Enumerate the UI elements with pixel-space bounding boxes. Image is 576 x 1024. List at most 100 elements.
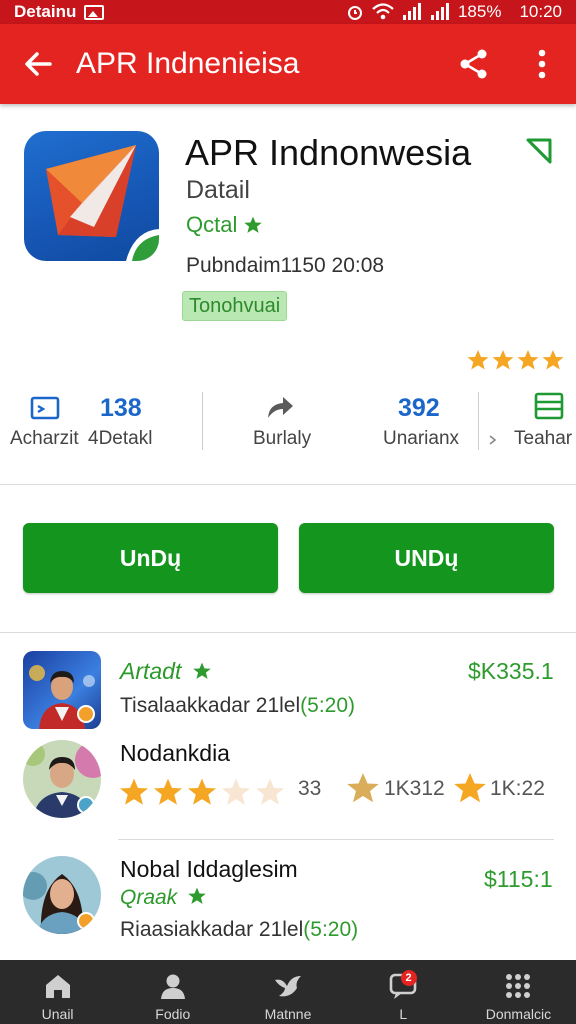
review-price: $K335.1 xyxy=(468,658,554,684)
reviewer-name: Nobal Iddaglesim xyxy=(120,856,298,882)
divider xyxy=(202,392,203,450)
share-icon xyxy=(460,49,487,79)
avatar[interactable] xyxy=(23,740,101,818)
nav-label: Donmalcic xyxy=(485,1006,552,1022)
battery-level: 185% xyxy=(457,2,502,21)
arrow-back-icon xyxy=(25,52,52,76)
app-bar: APR Indnenieisa xyxy=(0,24,576,104)
clock: 10:20 xyxy=(519,2,562,21)
app-subtitle: Datail xyxy=(186,176,250,204)
stats-row: 138 Acharzit 4Detakl Burlaly 392 Unarian… xyxy=(0,384,576,484)
reviewer-name: Artadt xyxy=(120,658,212,685)
app-bar-title: APR Indnenieisa xyxy=(76,47,300,80)
star-icon xyxy=(467,350,489,370)
online-badge xyxy=(77,796,95,814)
carrier-label: Detainu xyxy=(14,2,77,21)
star-icon xyxy=(193,662,211,679)
bird-icon xyxy=(275,976,301,997)
alarm-icon xyxy=(347,6,362,20)
review-meta-text: Tisalaakkadar 21lel xyxy=(120,694,301,717)
envelope-logo-icon xyxy=(46,145,159,261)
app-logo xyxy=(24,131,159,261)
share-button[interactable] xyxy=(440,24,508,104)
stat-more[interactable]: Teahar xyxy=(478,384,576,484)
star-icon xyxy=(454,773,486,803)
nav-item-more[interactable]: Donmalcic xyxy=(461,960,576,1024)
stat-value: 392 xyxy=(398,394,440,422)
bottom-navigation: Unail Fodio Matnne 2 L Donmalcic xyxy=(0,960,576,1024)
signal-icon xyxy=(402,3,421,20)
grid-icon xyxy=(506,974,531,998)
signal-2-icon xyxy=(430,3,449,20)
review-meta: Tisalaakkadar 21lel(5:20) xyxy=(120,694,355,718)
star-empty-icon xyxy=(222,778,250,805)
review-count: 33 xyxy=(298,777,322,800)
app-rating-row: Qctal xyxy=(186,212,263,238)
review-meta-text: Riaasiakkadar 21lel xyxy=(120,918,304,941)
notification-badge: 2 xyxy=(400,970,417,986)
bookmark-flag-icon[interactable] xyxy=(525,137,553,165)
nav-label: Matnne xyxy=(264,1006,312,1022)
forward-arrow-icon xyxy=(268,397,293,418)
online-badge xyxy=(77,912,95,930)
avatar[interactable] xyxy=(23,651,101,729)
chevron-right-icon xyxy=(489,435,497,445)
stat-label: Acharzit xyxy=(10,428,79,449)
star-icon xyxy=(188,778,216,805)
person-icon xyxy=(160,974,185,999)
star-icon xyxy=(542,350,564,370)
open-button[interactable]: UNDų xyxy=(299,523,554,593)
stat-label: 4Detakl xyxy=(88,428,153,449)
review-count: 1K312 xyxy=(384,777,445,800)
reviewer-name: Nodankdia xyxy=(120,740,230,766)
nav-item-profile[interactable]: Fodio xyxy=(115,960,230,1024)
nav-label: L xyxy=(399,1006,408,1022)
published-date: Pubndaim1150 20:08 xyxy=(186,254,385,277)
app-detail-screen: Detainu 185% 10:20 APR Indnenieisa APR I… xyxy=(0,0,576,1024)
stat-value: 138 xyxy=(100,394,142,422)
avatar[interactable] xyxy=(23,856,101,934)
status-bar: Detainu 185% 10:20 xyxy=(0,0,576,24)
nav-item-media[interactable]: Matnne xyxy=(230,960,345,1024)
review-stars xyxy=(118,776,286,808)
install-button[interactable]: UnDų xyxy=(23,523,278,593)
image-notification-icon xyxy=(84,4,105,20)
home-icon xyxy=(45,975,70,998)
review-meta: Riaasiakkadar 21lel(5:20) xyxy=(120,918,358,942)
stat-views[interactable]: 392 Unarianx xyxy=(363,384,478,484)
stat-achievements[interactable]: 138 Acharzit 4Detakl xyxy=(0,384,170,484)
star-icon xyxy=(347,773,379,803)
review-count: 1K:22 xyxy=(490,777,545,800)
rating-label: Qctal xyxy=(186,212,238,237)
nav-item-messages[interactable]: 2 L xyxy=(346,960,461,1024)
wifi-icon xyxy=(372,3,394,20)
rating-stars xyxy=(466,348,565,372)
folder-icon xyxy=(30,396,60,420)
stat-label: Burlaly xyxy=(253,428,312,449)
nav-item-home[interactable]: Unail xyxy=(0,960,115,1024)
star-icon xyxy=(188,887,206,904)
more-options-button[interactable] xyxy=(508,24,576,104)
review-time: (5:20) xyxy=(303,918,359,941)
reviewer-rating-text: Qraak xyxy=(120,886,178,909)
divider xyxy=(118,839,554,840)
stat-label: Teahar xyxy=(514,428,573,449)
star-icon xyxy=(120,778,148,805)
divider xyxy=(0,484,576,485)
star-icon xyxy=(517,350,539,370)
star-icon xyxy=(492,350,514,370)
online-badge xyxy=(77,705,95,723)
star-icon xyxy=(244,216,263,233)
review-price: $115:1 xyxy=(484,866,553,892)
nav-label: Fodio xyxy=(155,1006,191,1022)
back-button[interactable] xyxy=(0,24,76,104)
divider xyxy=(0,632,576,633)
category-badge[interactable]: Tonohvuai xyxy=(182,291,288,321)
nav-label: Unail xyxy=(41,1006,74,1022)
star-icon xyxy=(154,778,182,805)
reviewer-rating: Qraak xyxy=(120,886,207,910)
review-time: (5:20) xyxy=(300,694,356,717)
reviewer-name-text: Artadt xyxy=(120,658,182,684)
stat-label: Unarianx xyxy=(383,428,460,449)
stat-share[interactable]: Burlaly xyxy=(203,384,363,484)
